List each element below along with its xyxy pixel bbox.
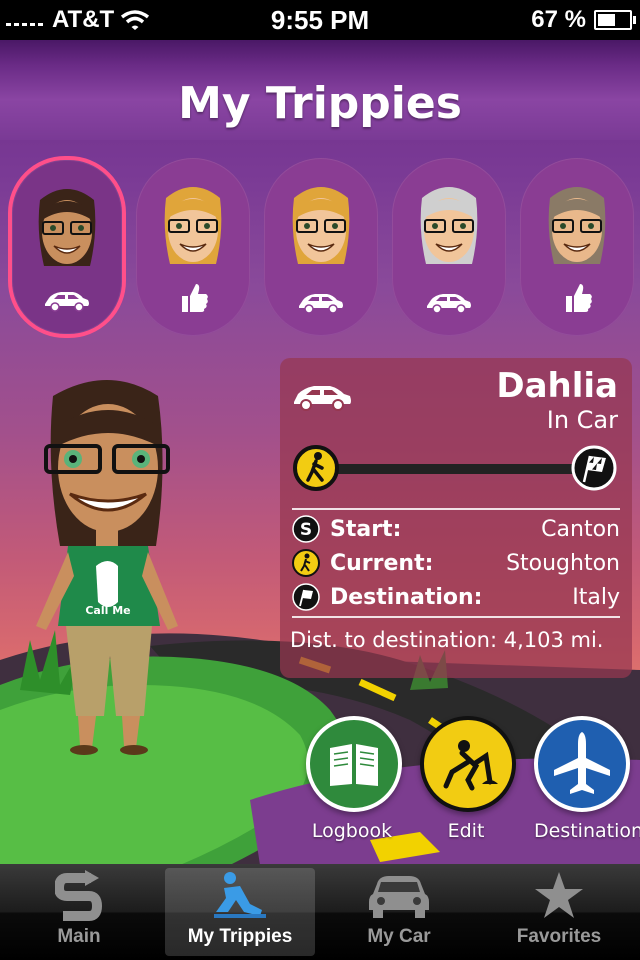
trippie-avatar <box>420 187 478 264</box>
progress-track <box>312 464 598 474</box>
page-title: My Trippies <box>178 78 462 129</box>
trippie-4[interactable] <box>392 158 506 336</box>
destination-button[interactable]: Destination <box>534 716 640 842</box>
destination-label-btn: Destination <box>534 820 640 842</box>
destination-value: Italy <box>572 584 620 610</box>
construction-worker-icon <box>420 716 516 812</box>
s-arrow-icon <box>55 870 103 921</box>
flag-small-icon <box>292 583 320 611</box>
divider <box>292 616 620 618</box>
current-row: Current: Stoughton <box>292 547 620 579</box>
tab-main[interactable]: Main <box>4 868 154 956</box>
thumbs-up-icon <box>182 284 208 312</box>
book-icon <box>306 716 402 812</box>
edit-label: Edit <box>447 820 485 842</box>
avatar-figure: Call Me <box>36 380 178 755</box>
trippie-2[interactable] <box>136 158 250 336</box>
tab-label: My Car <box>367 926 431 947</box>
logbook-button[interactable]: Logbook <box>306 716 402 842</box>
trippie-avatar <box>164 187 222 264</box>
trippie-detail-card: Dahlia In Car S Start: Canton Current: S… <box>280 358 632 678</box>
trippie-avatar <box>548 187 606 264</box>
destination-row: Destination: Italy <box>292 581 620 613</box>
edit-button[interactable]: Edit <box>420 716 516 842</box>
title-bar: My Trippies <box>0 40 640 140</box>
walker-icon <box>293 445 339 491</box>
tab-my-trippies[interactable]: My Trippies <box>165 868 315 956</box>
app-screen: AT&T 9:55 PM 67 % My Trippies Call Me Da… <box>0 0 640 960</box>
trippie-name: Dahlia <box>496 366 618 406</box>
tab-bar: Main My Trippies My Car Favorites <box>0 864 640 960</box>
tab-favorites[interactable]: Favorites <box>484 868 634 956</box>
current-label: Current: <box>330 550 434 576</box>
trippie-1[interactable] <box>8 156 126 338</box>
action-buttons: Logbook Edit Destination <box>0 716 640 866</box>
car-icon <box>427 294 471 314</box>
svg-text:S: S <box>300 520 312 540</box>
logbook-label: Logbook <box>311 820 393 842</box>
tab-my-car[interactable]: My Car <box>324 868 474 956</box>
star-icon <box>535 872 583 918</box>
trippies-row <box>0 150 640 350</box>
tab-label: My Trippies <box>187 926 293 947</box>
battery-icon <box>594 10 636 30</box>
car-icon <box>299 294 343 314</box>
battery-status: 67 % <box>531 6 636 34</box>
battery-percent: 67 % <box>531 6 586 33</box>
trippie-5[interactable] <box>520 158 634 336</box>
start-label: Start: <box>330 516 402 542</box>
trippie-avatar <box>292 187 350 264</box>
start-value: Canton <box>541 516 620 542</box>
car-icon <box>369 876 429 918</box>
car-icon <box>45 292 89 312</box>
trippie-avatar <box>38 189 96 266</box>
tab-label: Main <box>57 926 101 947</box>
current-value: Stoughton <box>506 550 620 576</box>
car-icon <box>294 386 351 411</box>
trippie-state: In Car <box>546 406 618 434</box>
start-row: S Start: Canton <box>292 513 620 545</box>
tab-label: Favorites <box>516 926 602 947</box>
airplane-icon <box>534 716 630 812</box>
thumbs-up-icon <box>566 284 592 312</box>
start-s-icon: S <box>292 515 320 543</box>
trippie-3[interactable] <box>264 158 378 336</box>
walker-small-icon <box>292 549 320 577</box>
trip-progress-bar <box>292 444 618 494</box>
checkered-flag-icon <box>571 445 617 491</box>
status-bar: AT&T 9:55 PM 67 % <box>0 0 640 40</box>
divider <box>292 508 620 510</box>
trippie-runner-icon <box>214 872 266 918</box>
destination-label: Destination: <box>330 584 483 610</box>
distance-to-destination: Dist. to destination: 4,103 mi. <box>290 628 604 652</box>
shirt-text: Call Me <box>85 604 130 617</box>
